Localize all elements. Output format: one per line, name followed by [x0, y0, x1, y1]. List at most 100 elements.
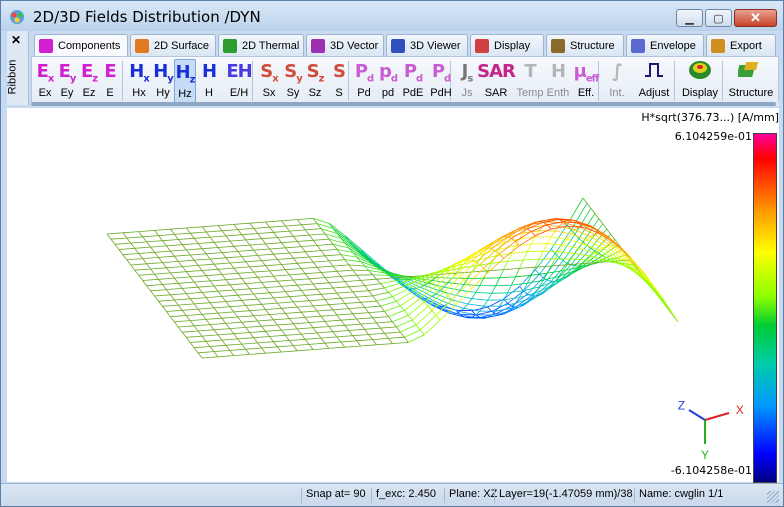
mesh-line — [237, 316, 243, 323]
mesh-line — [162, 306, 167, 312]
field-mesh-surface[interactable]: X Y Z — [7, 108, 747, 482]
mesh-line — [332, 331, 338, 338]
toolbar-btn-ez[interactable]: Ez Ez — [78, 59, 100, 103]
mesh-line — [356, 318, 362, 325]
toolbar-btn-temp[interactable]: T Temp — [516, 59, 544, 103]
mesh-line — [162, 262, 167, 269]
axis-triad: X Y Z — [678, 399, 744, 462]
mesh-line — [257, 233, 263, 239]
mesh-line — [193, 325, 199, 332]
mesh-line — [479, 278, 485, 286]
toolbar-btn-eff-[interactable]: μeff Eff. — [572, 59, 600, 103]
mesh-line — [281, 242, 286, 249]
toolbar-btn-label: Ey — [60, 87, 74, 99]
toolbar-btn-label: SAR — [484, 87, 508, 99]
toolbar-btn-e[interactable]: EE — [100, 59, 120, 103]
toolbar-btn-ey[interactable]: Ey Ey — [56, 59, 78, 103]
mesh-line — [336, 335, 353, 338]
axis-z-label: Z — [678, 399, 685, 413]
mesh-line — [213, 284, 230, 287]
toolbar-btn-sx[interactable]: Sx Sx — [258, 59, 280, 103]
mesh-line — [221, 274, 227, 280]
toolbar-btn-structure[interactable]: Structure — [726, 59, 776, 103]
minimize-button[interactable]: ▁ — [676, 9, 703, 27]
toolbar-btn-pd[interactable]: pd pd — [376, 59, 400, 103]
mesh-line — [312, 240, 318, 246]
mesh-line — [348, 328, 365, 331]
toolbar-btn-hy[interactable]: Hy Hy — [152, 59, 174, 103]
mesh-line — [225, 323, 231, 329]
mesh-line — [475, 285, 481, 293]
toolbar-btn-js[interactable]: Js Js — [456, 59, 478, 103]
mesh-line — [499, 269, 504, 278]
mesh-line — [174, 277, 179, 284]
tab-2d-thermal[interactable]: 2D Thermal — [218, 34, 304, 56]
mesh-line — [653, 287, 671, 312]
mesh-line — [550, 230, 556, 238]
tab-display[interactable]: Display — [470, 34, 544, 56]
toolbar-btn-pdh[interactable]: Pd PdH — [428, 59, 454, 103]
mesh-line — [297, 283, 314, 286]
tab-3d-vector[interactable]: 3D Vector — [306, 34, 384, 56]
mesh-line — [316, 332, 322, 339]
mesh-line — [285, 225, 290, 232]
mesh-line — [273, 318, 290, 321]
toolbar-btn-sy[interactable]: Sy Sy — [282, 59, 304, 103]
mesh-line — [277, 324, 282, 331]
toolbar-btn-hz[interactable]: Hz Hz — [174, 59, 196, 103]
toolbar-btn-pde[interactable]: Pd PdE — [400, 59, 426, 103]
ribbon-close-icon[interactable]: ✕ — [11, 33, 21, 47]
toolbar-btn-s[interactable]: SS — [328, 59, 350, 103]
mesh-line — [253, 292, 270, 295]
mesh-line — [221, 339, 227, 346]
toolbar-btn-e-h[interactable]: EH E/H — [224, 59, 254, 103]
mesh-line — [158, 255, 175, 258]
title-bar[interactable]: 2D/3D Fields Distribution /DYN ▁ ▢ ✕ — [1, 1, 783, 31]
toolbar-btn-int-[interactable]: ∫ Int. — [604, 59, 630, 103]
toolbar-btn-label: Structure — [728, 87, 774, 99]
mesh-line — [388, 338, 393, 344]
mesh-line — [380, 300, 397, 307]
mesh-line — [190, 340, 207, 343]
field-plot-area[interactable]: X Y Z H*sqrt(376.73...) [A/mm] 6.104259e-0… — [7, 108, 779, 483]
tab-components[interactable]: Components — [34, 34, 128, 57]
mesh-line — [182, 330, 199, 333]
tab-envelope[interactable]: Envelope — [626, 34, 704, 56]
ribbon-tabs: Components 2D Surface 2D Thermal 3D Vector 3… — [34, 34, 779, 57]
toolbar-btn-enth[interactable]: H Enth — [544, 59, 572, 103]
maximize-button[interactable]: ▢ — [705, 9, 732, 27]
resize-grip[interactable] — [767, 491, 779, 503]
toolbar-btn-h[interactable]: HH — [198, 59, 220, 103]
mesh-line — [376, 277, 393, 280]
ribbon-side-panel: ✕ Ribbon — [6, 31, 29, 105]
mesh-line — [257, 342, 262, 349]
tab-3d-viewer[interactable]: 3D Viewer — [386, 34, 468, 56]
mesh-line — [146, 241, 151, 248]
close-button[interactable]: ✕ — [734, 9, 777, 27]
ribbon-scroll-thumb[interactable] — [31, 102, 776, 106]
mesh-line — [411, 319, 417, 326]
tab-2d-surface[interactable]: 2D Surface — [130, 34, 216, 56]
mesh-line — [332, 309, 338, 316]
mesh-line — [356, 296, 362, 303]
tab-export[interactable]: Export — [706, 34, 776, 56]
toolbar-btn-adjust[interactable]: Adjust — [634, 59, 674, 103]
hx-icon: Hx — [129, 61, 150, 85]
status-f-exc: f_exc: 2.450 — [371, 488, 440, 503]
toolbar-btn-display[interactable]: Display — [680, 59, 720, 103]
mesh-line — [392, 314, 409, 323]
mesh-line — [328, 304, 334, 311]
mesh-line — [309, 342, 326, 345]
toolbar-btn-pd[interactable]: Pd Pd — [352, 59, 376, 103]
mesh-line — [297, 327, 314, 330]
mesh-line — [182, 286, 199, 289]
toolbar-btn-sar[interactable]: SAR SAR — [477, 59, 516, 103]
toolbar-btn-sz[interactable]: Sz Sz — [304, 59, 326, 103]
toolbar-btn-ex[interactable]: Ex Ex — [34, 59, 56, 103]
mesh-line — [396, 326, 401, 333]
tab-structure[interactable]: Structure — [546, 34, 624, 56]
mesh-line — [201, 226, 207, 233]
toolbar-btn-hx[interactable]: Hx Hx — [128, 59, 150, 103]
ribbon-scrollbar[interactable] — [31, 102, 779, 106]
mesh-line — [122, 254, 128, 261]
